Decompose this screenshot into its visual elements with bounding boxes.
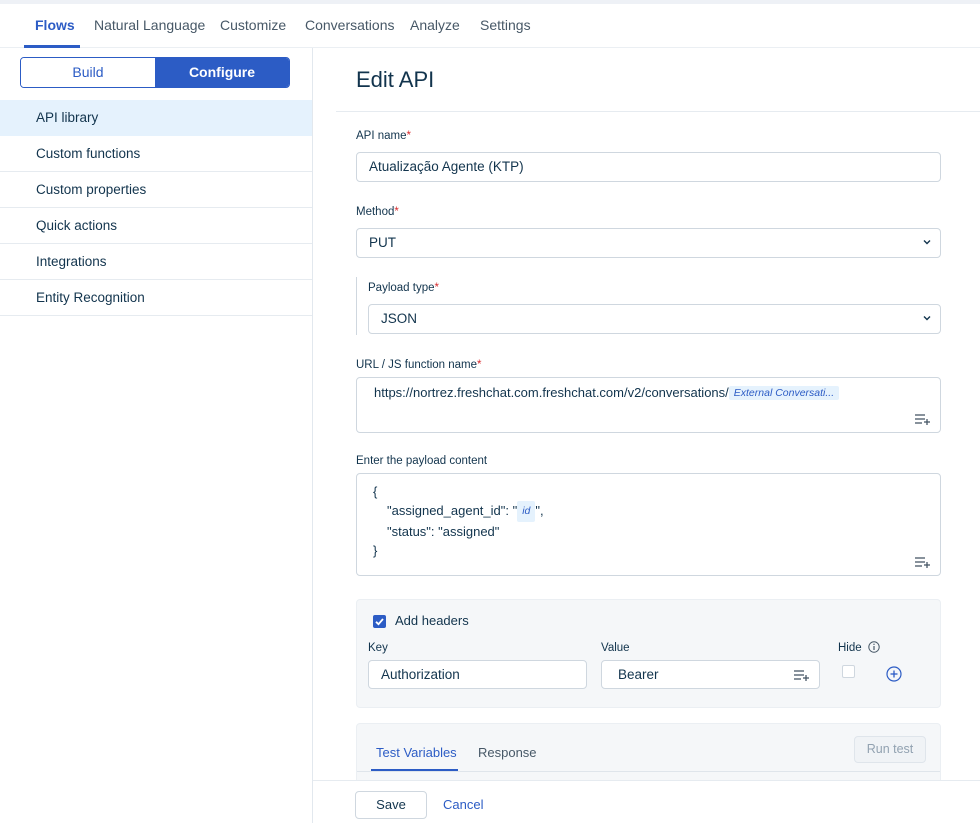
method-value: PUT [369, 235, 396, 250]
tab-analyze[interactable]: Analyze [410, 4, 460, 48]
url-variable-token[interactable]: External Conversati... [728, 386, 840, 400]
sidebar-item-quick-actions[interactable]: Quick actions [0, 208, 312, 244]
url-content: https://nortrez.freshchat.com.freshchat.… [374, 385, 840, 400]
tab-response[interactable]: Response [478, 745, 537, 760]
configure-button[interactable]: Configure [155, 58, 289, 87]
checkmark-icon [375, 618, 384, 626]
test-section: Test Variables Response Run test [356, 723, 941, 783]
payload-code: { "assigned_agent_id": " id ", "status": "… [373, 482, 544, 560]
code-open-brace: { [373, 484, 378, 499]
payload-variable-token[interactable]: id [517, 501, 536, 522]
code-line-assigned-agent: "assigned_agent_id": " id ", [373, 501, 544, 522]
insert-variable-icon[interactable] [915, 413, 930, 425]
save-button[interactable]: Save [355, 791, 427, 819]
chevron-down-icon [923, 316, 931, 321]
sidebar-item-entity-recognition[interactable]: Entity Recognition [0, 280, 312, 316]
top-nav: Flows Natural Language Customize Convers… [0, 4, 980, 48]
test-tabs-divider [357, 771, 940, 772]
api-name-label: API name* [356, 130, 411, 142]
header-value-label: Value [601, 642, 630, 654]
url-text: https://nortrez.freshchat.com.freshchat.… [374, 385, 729, 400]
url-label: URL / JS function name* [356, 359, 482, 371]
payload-type-value: JSON [381, 311, 418, 326]
page-title: Edit API [356, 67, 435, 92]
code-line-status: "status": "assigned" [387, 524, 500, 539]
payload-content-editor[interactable]: { "assigned_agent_id": " id ", "status": "… [356, 473, 941, 576]
payload-type-indent-line [356, 277, 357, 335]
api-name-input[interactable]: Atualização Agente (KTP) [356, 152, 941, 182]
sidebar-item-custom-functions[interactable]: Custom functions [0, 136, 312, 172]
hide-header-checkbox[interactable] [842, 665, 855, 678]
sidebar: Build Configure API library Custom funct… [0, 48, 313, 823]
method-select[interactable]: PUT [356, 228, 941, 258]
payload-type-select[interactable]: JSON [368, 304, 941, 334]
header-key-label: Key [368, 642, 388, 654]
payload-content-label: Enter the payload content [356, 455, 488, 467]
header-value-value: Bearer [618, 667, 659, 682]
chevron-down-icon [923, 240, 931, 245]
insert-variable-icon[interactable] [915, 556, 930, 568]
code-close-brace: } [373, 543, 378, 558]
method-label: Method* [356, 206, 399, 218]
header-key-input[interactable]: Authorization [368, 660, 587, 689]
sidebar-item-custom-properties[interactable]: Custom properties [0, 172, 312, 208]
sidebar-menu: API library Custom functions Custom prop… [0, 100, 312, 316]
header-value-input[interactable]: Bearer [601, 660, 820, 689]
add-header-plus-icon[interactable] [886, 666, 902, 682]
tab-natural-language[interactable]: Natural Language [94, 4, 205, 48]
api-name-value: Atualização Agente (KTP) [369, 159, 524, 174]
url-input[interactable]: https://nortrez.freshchat.com.freshchat.… [356, 377, 941, 433]
info-icon[interactable] [868, 641, 880, 653]
tab-test-variables[interactable]: Test Variables [376, 745, 457, 760]
sidebar-item-integrations[interactable]: Integrations [0, 244, 312, 280]
build-button[interactable]: Build [21, 58, 155, 87]
title-divider [336, 111, 980, 112]
tab-conversations[interactable]: Conversations [305, 4, 395, 48]
add-headers-label: Add headers [395, 613, 469, 628]
sidebar-item-api-library[interactable]: API library [0, 100, 312, 136]
build-configure-toggle: Build Configure [20, 57, 290, 88]
insert-variable-icon[interactable] [794, 669, 809, 681]
tab-customize[interactable]: Customize [220, 4, 286, 48]
cancel-button[interactable]: Cancel [443, 797, 483, 812]
tab-flows[interactable]: Flows [35, 4, 75, 48]
headers-section: Add headers Key Value Hide Authorization… [356, 599, 941, 708]
main-panel: Edit API API name* Atualização Agente (K… [313, 48, 980, 823]
payload-type-label: Payload type* [368, 282, 439, 294]
header-hide-label: Hide [838, 642, 862, 654]
run-test-button[interactable]: Run test [854, 736, 926, 763]
form-footer: Save Cancel [313, 780, 980, 823]
header-key-value: Authorization [381, 667, 460, 682]
add-headers-checkbox[interactable] [373, 615, 386, 628]
tab-settings[interactable]: Settings [480, 4, 531, 48]
